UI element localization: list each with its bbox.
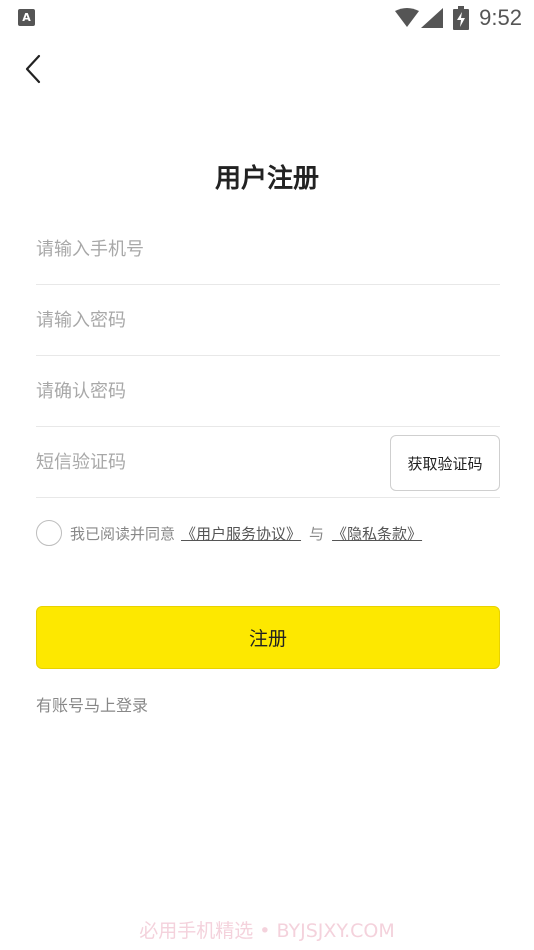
page-title: 用户注册 <box>214 164 319 194</box>
agreement-checkbox[interactable] <box>36 520 62 546</box>
watermark: 必用手机精选 • BYJSJXY.COM <box>139 920 395 942</box>
phone-input[interactable] <box>36 214 500 284</box>
agreement-and-text: 与 <box>309 524 325 543</box>
confirm-password-input[interactable] <box>36 356 500 426</box>
password-field-row <box>36 285 500 356</box>
sms-code-field-row: 获取验证码 <box>36 427 500 498</box>
register-button[interactable]: 注册 <box>36 606 500 669</box>
back-button[interactable] <box>16 52 50 86</box>
cell-signal-icon <box>421 8 444 28</box>
wifi-icon <box>395 8 420 27</box>
battery-charging-icon <box>453 6 470 30</box>
status-indicators: 9:52 <box>395 5 522 31</box>
app-notification-icon: A <box>18 9 35 26</box>
agreement-row: 我已阅读并同意 《用户服务协议》 与 《隐私条款》 <box>36 519 422 547</box>
sms-code-input[interactable] <box>36 427 376 497</box>
privacy-policy-link[interactable]: 《隐私条款》 <box>332 523 422 544</box>
password-input[interactable] <box>36 285 500 355</box>
status-bar: A 9:52 <box>0 0 534 36</box>
login-link[interactable]: 有账号马上登录 <box>36 692 148 716</box>
phone-field-row <box>36 214 500 285</box>
service-agreement-link[interactable]: 《用户服务协议》 <box>181 523 301 544</box>
agreement-prefix-text: 我已阅读并同意 <box>70 524 176 543</box>
chevron-left-icon <box>25 54 41 84</box>
get-code-button[interactable]: 获取验证码 <box>390 435 500 491</box>
confirm-password-field-row <box>36 356 500 427</box>
status-time: 9:52 <box>479 5 522 30</box>
